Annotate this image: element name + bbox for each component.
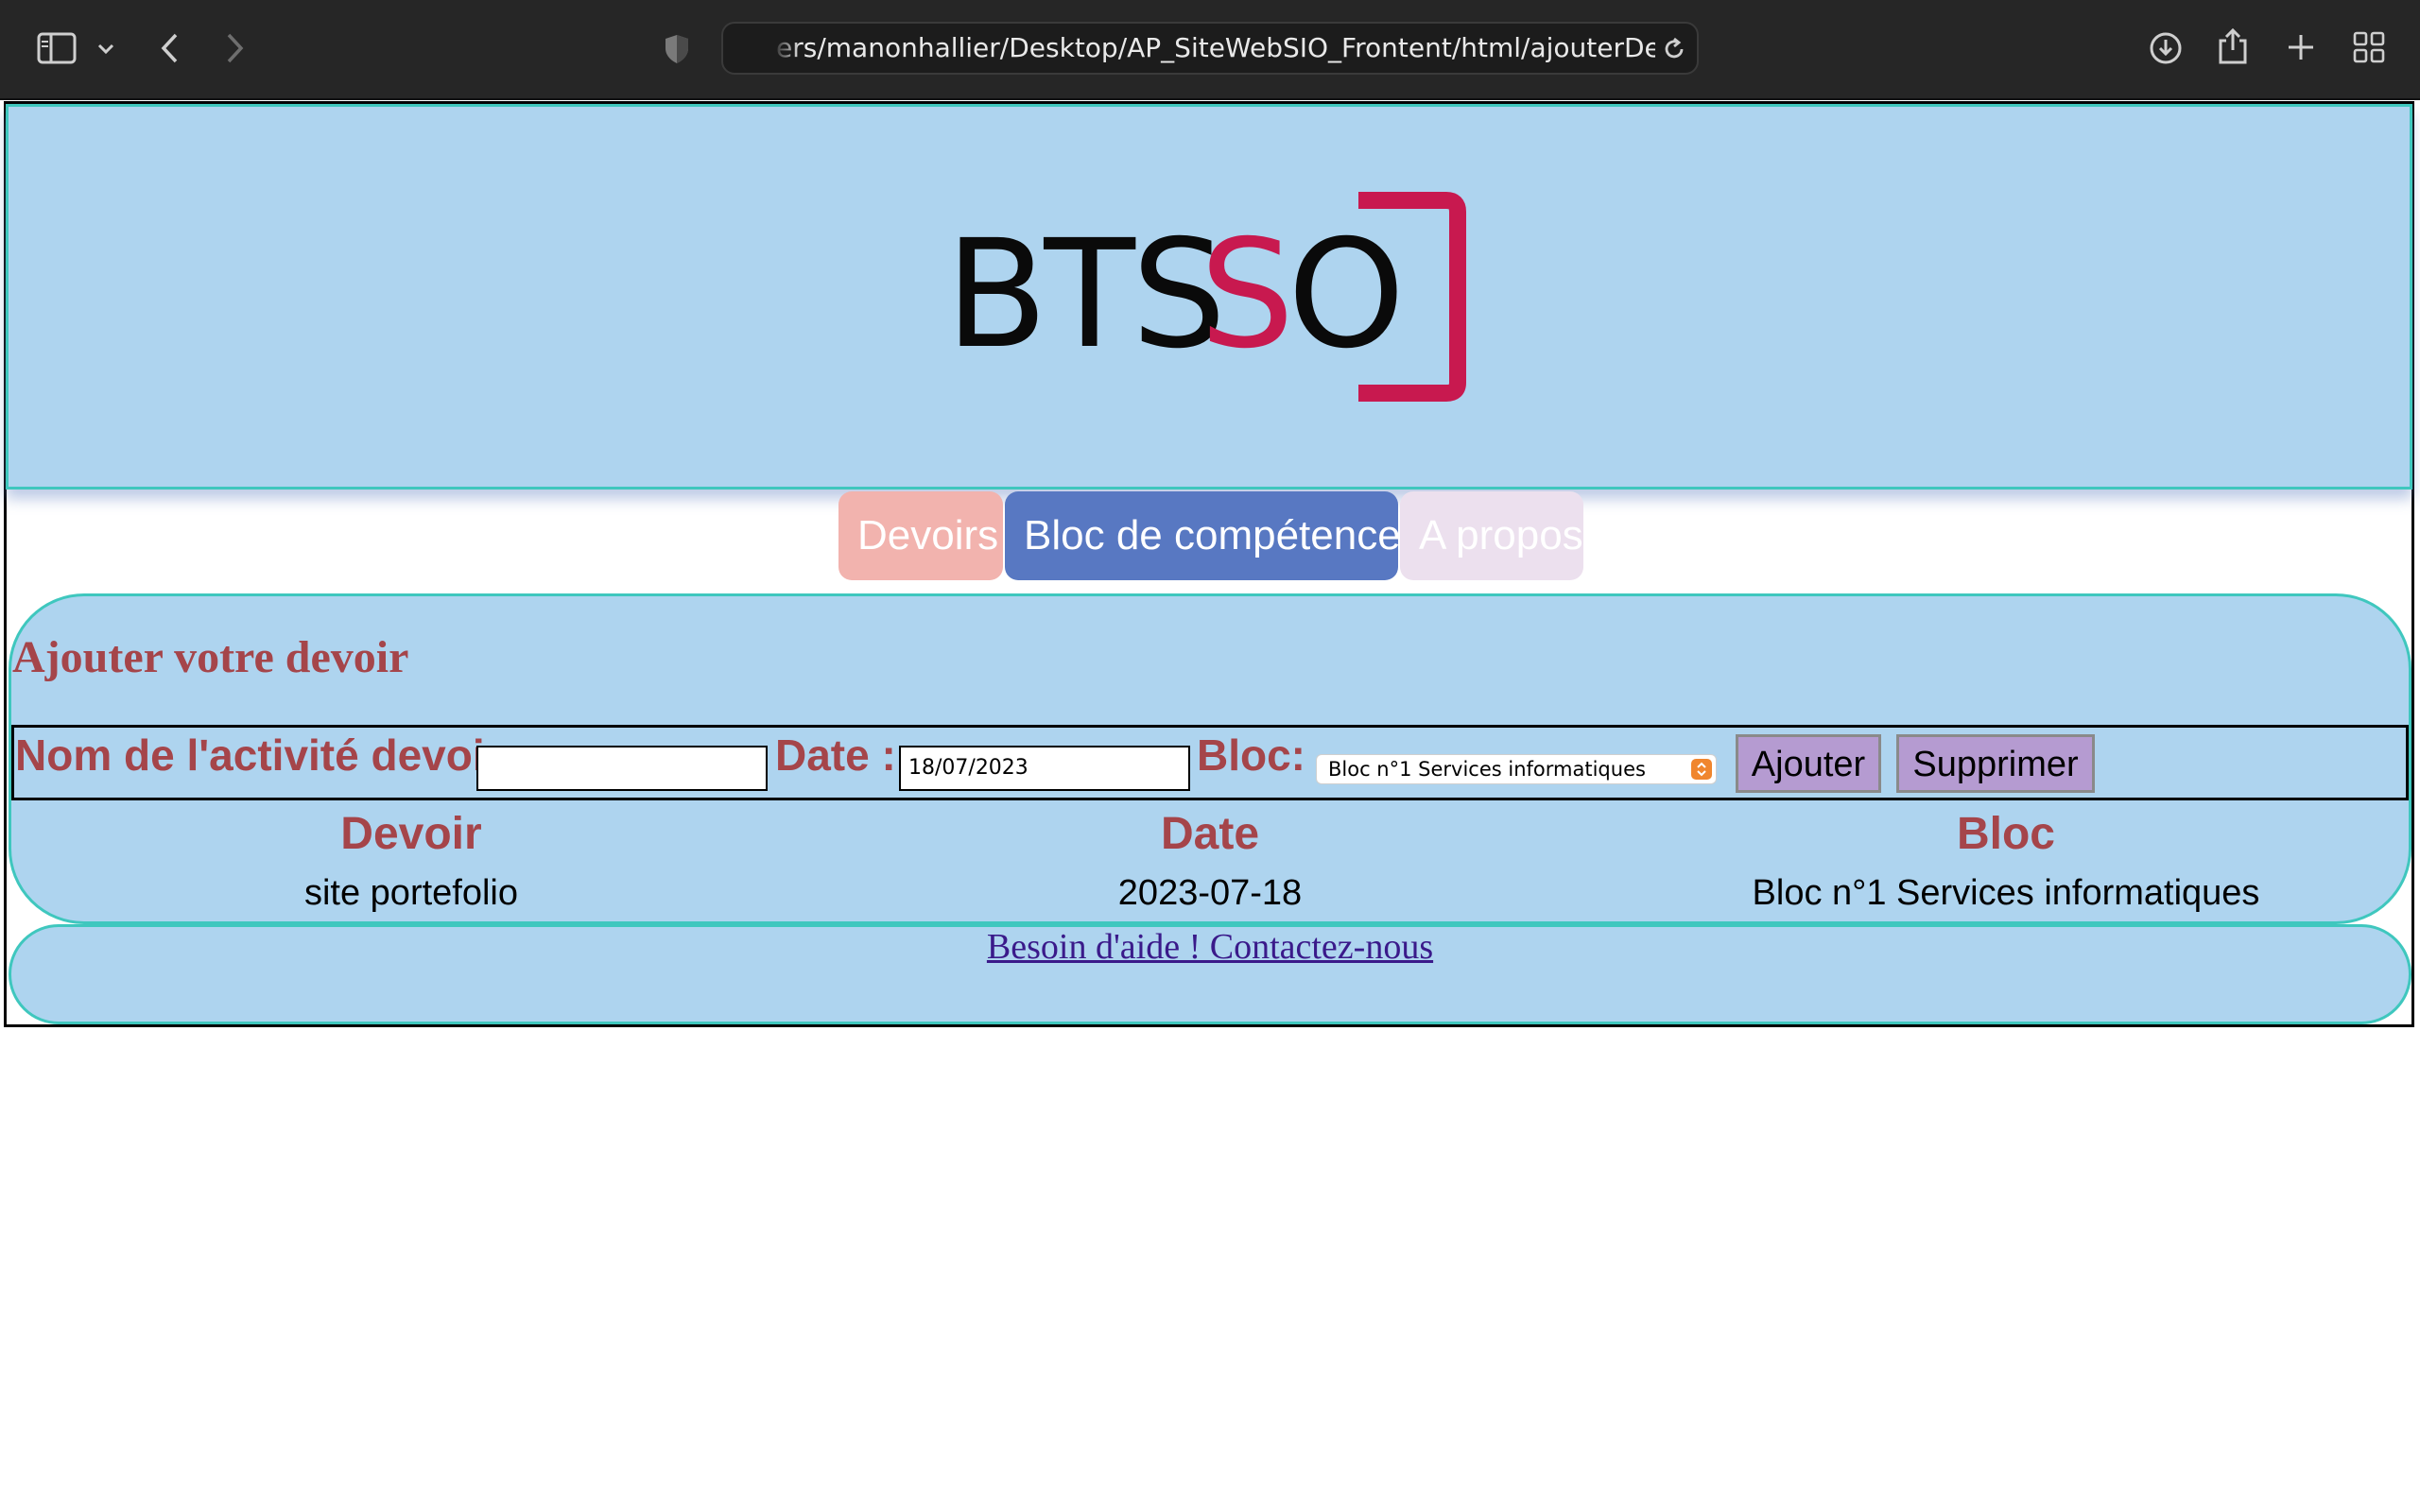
select-arrows-icon <box>1691 759 1712 780</box>
bloc-label: Bloc: <box>1197 730 1305 780</box>
main-nav: Devoirs Bloc de compétences A propos <box>838 491 1583 580</box>
name-input[interactable] <box>476 746 768 791</box>
url-text[interactable]: ers/manonhallier/Desktop/AP_SiteWebSIO_F… <box>776 24 1655 73</box>
table-cell-devoir: site portefolio <box>303 873 518 913</box>
reload-icon[interactable] <box>1660 35 1688 63</box>
grid-icon[interactable] <box>2352 30 2386 64</box>
add-button[interactable]: Ajouter <box>1736 734 1881 793</box>
chevron-down-icon[interactable] <box>95 38 117 60</box>
delete-button[interactable]: Supprimer <box>1896 734 2095 793</box>
logo-text-si: S <box>1200 208 1290 382</box>
name-label: Nom de l'activité devoir <box>15 730 502 780</box>
logo-text-bts: BTS <box>945 208 1222 382</box>
section-title: Ajouter votre devoir <box>12 632 409 682</box>
plus-icon[interactable] <box>2284 30 2318 64</box>
table-header-devoir: Devoir <box>340 809 482 859</box>
sidebar-icon[interactable] <box>36 30 78 66</box>
logo-text-o: O <box>1288 208 1405 382</box>
nav-devoirs[interactable]: Devoirs <box>838 491 1003 580</box>
table-header-date: Date <box>1160 809 1260 859</box>
address-bar[interactable]: ers/manonhallier/Desktop/AP_SiteWebSIO_F… <box>721 22 1699 75</box>
download-icon[interactable] <box>2148 30 2184 66</box>
table-header-bloc: Bloc <box>1956 809 2055 859</box>
help-contact-link[interactable]: Besoin d'aide ! Contactez-nous <box>0 926 2420 968</box>
nav-bloc-competences[interactable]: Bloc de compétences <box>1005 491 1422 580</box>
table-cell-bloc: Bloc n°1 Services informatiques <box>1752 873 2260 913</box>
forward-arrow-icon[interactable] <box>219 28 250 68</box>
browser-toolbar: ers/manonhallier/Desktop/AP_SiteWebSIO_F… <box>0 0 2420 100</box>
date-label: Date : <box>775 730 896 780</box>
bloc-select[interactable]: Bloc n°1 Services informatiques <box>1316 754 1717 784</box>
back-arrow-icon[interactable] <box>155 28 185 68</box>
share-icon[interactable] <box>2216 26 2250 66</box>
table-cell-date: 2023-07-18 <box>1117 873 1303 913</box>
date-input[interactable]: 18/07/2023 <box>899 746 1190 791</box>
bloc-select-value: Bloc n°1 Services informatiques <box>1328 758 1646 781</box>
nav-a-propos[interactable]: A propos <box>1400 491 1583 580</box>
shield-icon[interactable] <box>660 31 694 67</box>
url-fade <box>772 24 801 73</box>
btssio-logo: BTS S O <box>945 192 1466 402</box>
